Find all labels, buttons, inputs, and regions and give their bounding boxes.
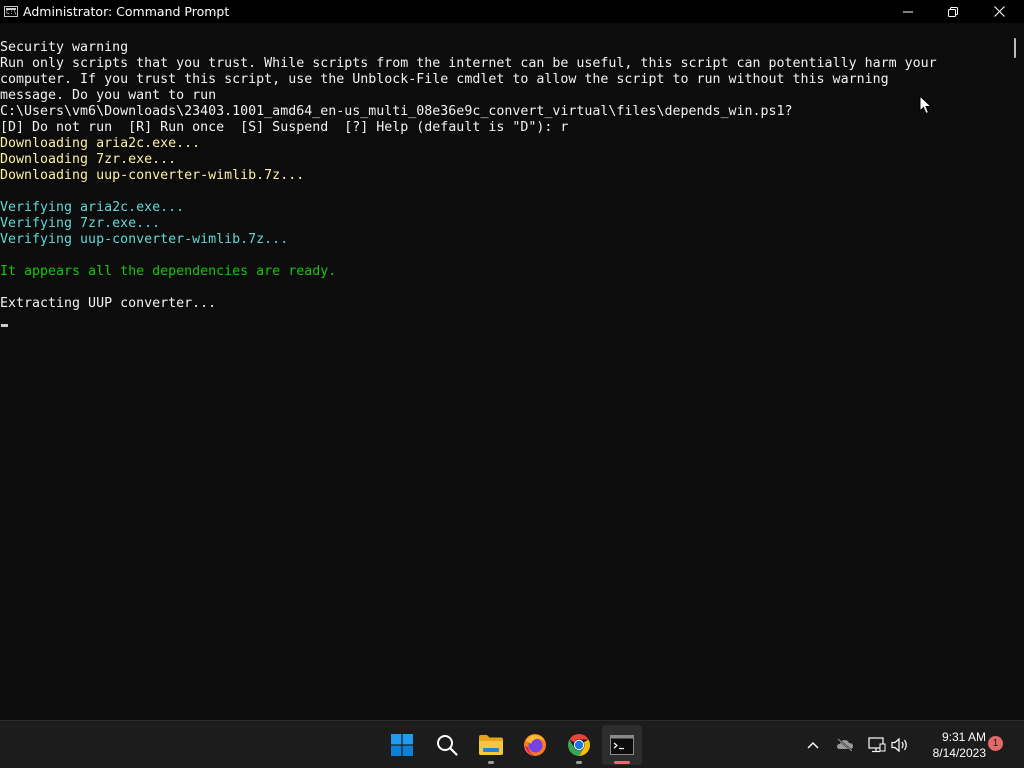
console-line: Verifying 7zr.exe... [0, 216, 161, 231]
running-indicator [576, 761, 582, 764]
search-icon [437, 735, 458, 756]
window-title: Administrator: Command Prompt [23, 4, 230, 19]
volume-button[interactable] [889, 733, 911, 757]
scrollbar-thumb[interactable] [1014, 38, 1016, 58]
active-indicator [614, 761, 630, 764]
console-line: computer. If you trust this script, use … [0, 72, 889, 87]
command-prompt-icon-text: C:\ [6, 9, 17, 16]
clock-date: 8/14/2023 [932, 746, 986, 760]
close-button[interactable] [976, 0, 1022, 23]
clock-time: 9:31 AM [941, 730, 986, 744]
console-line: message. Do you want to run [0, 88, 217, 103]
command-prompt-icon: C:\ [4, 6, 18, 17]
console-line: Verifying aria2c.exe... [0, 200, 185, 215]
console-line: Security warning [0, 40, 129, 55]
restore-button[interactable] [930, 0, 976, 23]
start-button[interactable] [382, 725, 422, 765]
running-indicator [488, 761, 494, 764]
firefox-icon [524, 734, 546, 756]
terminal-icon [610, 735, 634, 755]
windows-logo-icon [391, 734, 413, 756]
minimize-button[interactable] [885, 0, 931, 23]
clock[interactable]: 9:31 AM 8/14/2023 [914, 729, 986, 761]
chrome-button[interactable] [559, 725, 599, 765]
console-line: [D] Do not run [R] Run once [S] Suspend … [0, 120, 569, 135]
folder-icon [479, 735, 503, 755]
console-line: C:\Users\vm6\Downloads\23403.1001_amd64_… [0, 104, 793, 119]
mouse-pointer-icon [919, 94, 933, 119]
file-explorer-button[interactable] [471, 725, 511, 765]
network-icon [868, 737, 886, 753]
network-button[interactable] [866, 733, 888, 757]
title-bar[interactable]: C:\ Administrator: Command Prompt [0, 0, 1024, 23]
console-line: Downloading uup-converter-wimlib.7z... [0, 168, 305, 183]
notification-badge[interactable]: 1 [988, 736, 1003, 751]
console-line: Verifying uup-converter-wimlib.7z... [0, 232, 289, 247]
search-button[interactable] [427, 725, 467, 765]
speaker-icon [891, 737, 907, 753]
close-icon [993, 6, 1005, 17]
console-line: Run only scripts that you trust. While s… [0, 56, 937, 71]
command-prompt-window: C:\ Administrator: Command Prompt Securi… [0, 0, 1024, 720]
console-line: Extracting UUP converter... [0, 296, 217, 311]
console-line: It appears all the dependencies are read… [0, 264, 337, 279]
minimize-icon [903, 11, 913, 12]
firefox-button[interactable] [515, 725, 555, 765]
console-output[interactable]: Security warning Run only scripts that yo… [0, 40, 1000, 312]
chevron-up-icon [807, 742, 819, 749]
console-line: Downloading 7zr.exe... [0, 152, 177, 167]
text-cursor [1, 324, 8, 327]
restore-icon [948, 6, 958, 17]
chrome-icon [568, 734, 590, 756]
taskbar: 9:31 AM 8/14/2023 [0, 720, 1024, 768]
console-line: Downloading aria2c.exe... [0, 136, 201, 151]
cloud-offline-icon [837, 738, 853, 752]
terminal-button[interactable] [602, 725, 642, 765]
onedrive-button[interactable] [834, 733, 856, 757]
show-hidden-icons-button[interactable] [802, 733, 824, 757]
